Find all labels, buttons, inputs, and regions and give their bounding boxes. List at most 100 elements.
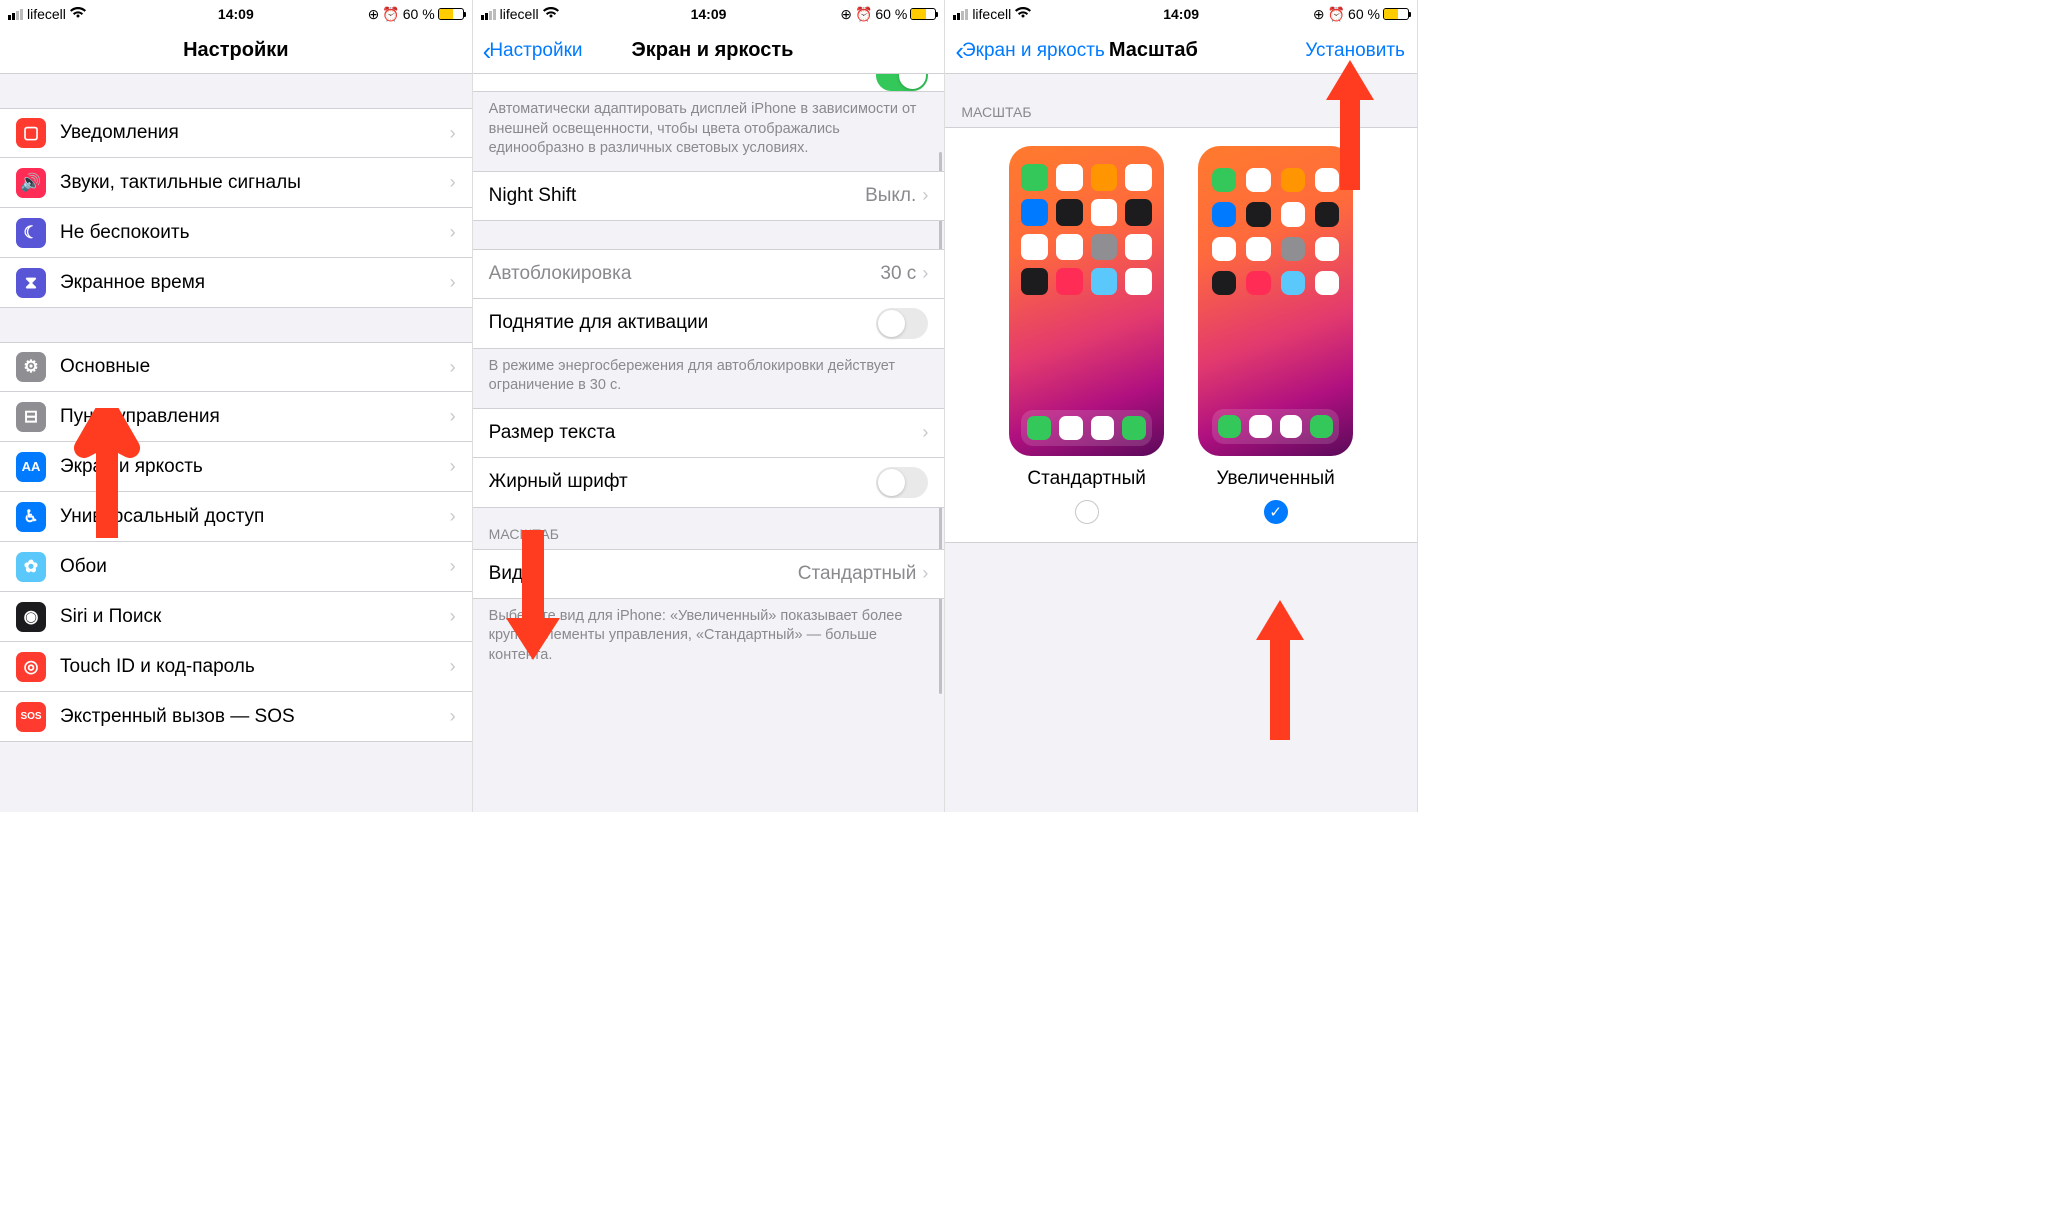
battery-percent: 60 %: [403, 6, 435, 22]
preview-standard: [1009, 146, 1164, 456]
zoom-standard-label: Стандартный: [1009, 468, 1164, 490]
carrier-label: lifecell: [972, 6, 1011, 22]
accessibility-icon: ♿︎: [16, 502, 46, 532]
nav-bar: ‹ Экран и яркость Масштаб Установить: [945, 28, 1417, 74]
row-value: 30 с: [880, 263, 916, 285]
row-autolock[interactable]: Автоблокировка 30 с ›: [473, 249, 945, 299]
chevron-right-icon: ›: [450, 506, 456, 527]
alarm-icon: ⏰: [1328, 6, 1345, 23]
row-raise-to-wake[interactable]: Поднятие для активации: [473, 299, 945, 349]
row-label: Автоблокировка: [489, 263, 881, 285]
fingerprint-icon: ◎: [16, 652, 46, 682]
row-touchid[interactable]: ◎ Touch ID и код-пароль ›: [0, 642, 472, 692]
chevron-right-icon: ›: [450, 406, 456, 427]
notifications-icon: ▢: [16, 118, 46, 148]
wifi-icon: [1015, 6, 1031, 22]
back-label: Экран и яркость: [962, 40, 1105, 62]
row-label: Экран и яркость: [60, 456, 450, 478]
preview-zoomed: [1198, 146, 1353, 456]
alarm-icon: ⏰: [382, 6, 399, 23]
status-bar: lifecell 14:09 ⊕ ⏰ 60 %: [473, 0, 945, 28]
chevron-right-icon: ›: [450, 556, 456, 577]
row-label: Жирный шрифт: [489, 471, 877, 493]
time-label: 14:09: [1163, 6, 1199, 22]
page-title: Настройки: [183, 39, 289, 62]
row-bold-text[interactable]: Жирный шрифт: [473, 458, 945, 508]
row-wallpaper[interactable]: ✿ Обои ›: [0, 542, 472, 592]
row-label: Поднятие для активации: [489, 312, 877, 334]
time-label: 14:09: [218, 6, 254, 22]
time-label: 14:09: [691, 6, 727, 22]
chevron-right-icon: ›: [450, 706, 456, 727]
chevron-right-icon: ›: [450, 222, 456, 243]
settings-panel: lifecell 14:09 ⊕ ⏰ 60 % Настройки ▢ Увед…: [0, 0, 473, 812]
chevron-right-icon: ›: [450, 172, 456, 193]
truetone-description: Автоматически адаптировать дисплей iPhon…: [473, 92, 945, 171]
bold-toggle[interactable]: [876, 467, 928, 498]
chevron-right-icon: ›: [450, 656, 456, 677]
carrier-label: lifecell: [27, 6, 66, 22]
row-label: Основные: [60, 356, 450, 378]
row-label: Night Shift: [489, 185, 865, 207]
chevron-right-icon: ›: [450, 272, 456, 293]
hourglass-icon: ⧗: [16, 268, 46, 298]
row-label: Вид: [489, 563, 798, 585]
row-label: Звуки, тактильные сигналы: [60, 172, 450, 194]
row-control-center[interactable]: ⊟ Пункт управления ›: [0, 392, 472, 442]
zoom-zoomed-label: Увеличенный: [1198, 468, 1353, 490]
row-text-size[interactable]: Размер текста ›: [473, 408, 945, 458]
signal-icon: [8, 9, 23, 20]
chevron-right-icon: ›: [450, 123, 456, 144]
row-siri[interactable]: ◉ Siri и Поиск ›: [0, 592, 472, 642]
chevron-right-icon: ›: [922, 563, 928, 584]
chevron-right-icon: ›: [922, 263, 928, 284]
row-label: Универсальный доступ: [60, 506, 450, 528]
row-view[interactable]: Вид Стандартный ›: [473, 549, 945, 599]
row-general[interactable]: ⚙ Основные ›: [0, 342, 472, 392]
row-label: Экстренный вызов — SOS: [60, 706, 450, 728]
row-accessibility[interactable]: ♿︎ Универсальный доступ ›: [0, 492, 472, 542]
moon-icon: ☾: [16, 218, 46, 248]
truetone-toggle[interactable]: [876, 74, 928, 91]
row-label: Обои: [60, 556, 450, 578]
row-screentime[interactable]: ⧗ Экранное время ›: [0, 258, 472, 308]
page-title: Экран и яркость: [632, 39, 794, 62]
chevron-right-icon: ›: [450, 606, 456, 627]
rotation-lock-icon: ⊕: [840, 6, 852, 23]
wifi-icon: [70, 6, 86, 22]
status-bar: lifecell 14:09 ⊕ ⏰ 60 %: [0, 0, 472, 28]
row-sos[interactable]: SOS Экстренный вызов — SOS ›: [0, 692, 472, 742]
nav-bar: ‹ Настройки Экран и яркость: [473, 28, 945, 74]
set-button[interactable]: Установить: [1305, 40, 1405, 62]
zoom-section-header: МАСШТАБ: [473, 508, 945, 549]
zoom-option-zoomed[interactable]: Увеличенный ✓: [1198, 146, 1353, 524]
sounds-icon: 🔊: [16, 168, 46, 198]
back-label: Настройки: [489, 40, 582, 62]
wifi-icon: [543, 6, 559, 22]
row-label: Siri и Поиск: [60, 606, 450, 628]
row-dnd[interactable]: ☾ Не беспокоить ›: [0, 208, 472, 258]
row-nightshift[interactable]: Night Shift Выкл. ›: [473, 171, 945, 221]
row-sounds[interactable]: 🔊 Звуки, тактильные сигналы ›: [0, 158, 472, 208]
row-label: Не беспокоить: [60, 222, 450, 244]
row-notifications[interactable]: ▢ Уведомления ›: [0, 108, 472, 158]
battery-percent: 60 %: [875, 6, 907, 22]
chevron-right-icon: ›: [450, 357, 456, 378]
zoom-panel: lifecell 14:09 ⊕ ⏰ 60 % ‹ Экран и яркост…: [945, 0, 1418, 812]
radio-zoomed[interactable]: ✓: [1264, 500, 1288, 524]
raise-toggle[interactable]: [876, 308, 928, 339]
alarm-icon: ⏰: [855, 6, 872, 23]
flower-icon: ✿: [16, 552, 46, 582]
status-bar: lifecell 14:09 ⊕ ⏰ 60 %: [945, 0, 1417, 28]
rotation-lock-icon: ⊕: [368, 6, 380, 23]
chevron-right-icon: ›: [922, 185, 928, 206]
row-label: Уведомления: [60, 122, 450, 144]
row-label: Размер текста: [489, 422, 923, 444]
radio-standard[interactable]: [1075, 500, 1099, 524]
back-button[interactable]: ‹ Экран и яркость: [955, 38, 1105, 64]
back-button[interactable]: ‹ Настройки: [483, 38, 583, 64]
nav-bar: Настройки: [0, 28, 472, 74]
row-display[interactable]: AA Экран и яркость ›: [0, 442, 472, 492]
gear-icon: ⚙: [16, 352, 46, 382]
zoom-option-standard[interactable]: Стандартный: [1009, 146, 1164, 524]
